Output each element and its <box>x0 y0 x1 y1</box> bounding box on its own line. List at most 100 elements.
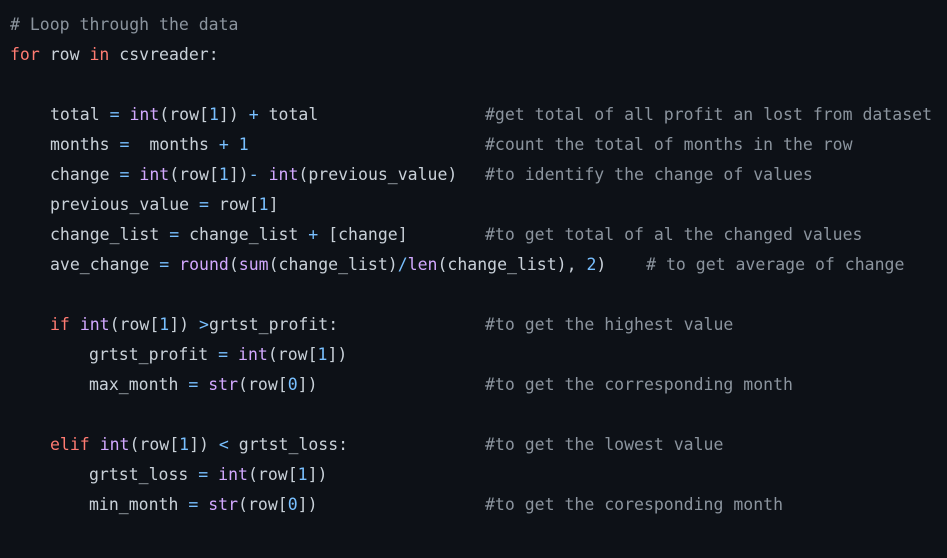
code-token: change_list <box>50 225 170 244</box>
code-token: max_month <box>89 375 189 394</box>
code-token: sum <box>238 255 269 274</box>
code-token: < <box>218 435 229 454</box>
code-line: ave_change = round(sum(change_list)/len(… <box>10 250 947 280</box>
code-token: / <box>397 255 408 274</box>
code-token: 0 <box>287 375 298 394</box>
code-token: (row[ <box>159 105 209 124</box>
code-token: (change_list), <box>437 255 587 274</box>
code-token: = <box>159 255 170 274</box>
code-line: total = int(row[1]) + total #get total of… <box>10 100 947 130</box>
code-comment: #to get the lowest value <box>485 435 724 454</box>
code-token: ] <box>268 195 279 214</box>
code-token: row <box>39 45 90 64</box>
code-token: 1 <box>297 465 308 484</box>
code-line: change = int(row[1])- int(previous_value… <box>10 160 947 190</box>
code-token: + <box>308 225 319 244</box>
code-token: grtst_profit: <box>208 315 339 334</box>
code-line: grtst_profit = int(row[1]) <box>10 340 947 370</box>
code-token: 1 <box>238 135 249 154</box>
code-token: months <box>129 135 219 154</box>
code-token: ) <box>596 255 647 274</box>
code-line: months = months + 1 #count the total of m… <box>10 130 947 160</box>
code-token: elif <box>50 435 90 454</box>
code-token: (row[ <box>169 165 219 184</box>
code-comment: #to get the corresponding month <box>485 375 793 394</box>
code-token: str <box>208 375 239 394</box>
code-token: 2 <box>586 255 597 274</box>
code-comment: #to get the coresponding month <box>485 495 784 514</box>
code-line: # Loop through the data <box>10 10 947 40</box>
code-token: ( <box>228 255 239 274</box>
code-token: row[ <box>208 195 259 214</box>
code-token: = <box>198 465 209 484</box>
code-token: min_month <box>89 495 189 514</box>
code-line: change_list = change_list + [change] #to … <box>10 220 947 250</box>
code-token: ]) <box>228 165 249 184</box>
code-token: grtst_loss: <box>228 435 349 454</box>
code-line: elif int(row[1]) < grtst_loss: #to get th… <box>10 430 947 460</box>
code-editor[interactable]: # Loop through the data for row in csvrea… <box>0 0 947 558</box>
code-token: = <box>218 345 229 364</box>
code-token: int <box>139 165 170 184</box>
code-token: if <box>50 315 70 334</box>
code-token: (previous_value) <box>298 165 458 184</box>
code-token: (row[ <box>247 465 298 484</box>
code-token: len <box>407 255 438 274</box>
code-token: ]) <box>297 375 318 394</box>
code-token: previous_value <box>50 195 200 214</box>
code-token: ]) <box>169 315 200 334</box>
code-token: round <box>179 255 229 274</box>
code-token: int <box>79 315 110 334</box>
code-comment: # to get average of change <box>646 255 905 274</box>
code-token: int <box>268 165 299 184</box>
code-token: 1 <box>179 435 190 454</box>
code-token: = <box>188 375 199 394</box>
code-line: previous_value = row[1] <box>10 190 947 220</box>
code-token: - <box>248 165 259 184</box>
code-token: (change_list) <box>268 255 398 274</box>
code-token: total <box>258 105 319 124</box>
code-token: ave_change <box>50 255 160 274</box>
code-token: 1 <box>159 315 170 334</box>
code-comment: #get total of all profit an lost from da… <box>485 105 933 124</box>
code-token: (row[ <box>238 495 288 514</box>
code-comment: #to get the highest value <box>485 315 734 334</box>
code-token: for <box>10 45 40 64</box>
code-token: = <box>169 225 180 244</box>
code-token: + <box>218 135 229 154</box>
code-token: (row[ <box>109 315 160 334</box>
code-token: (row[ <box>267 345 318 364</box>
code-token: = <box>109 105 120 124</box>
code-token: change <box>50 165 120 184</box>
code-token: = <box>188 495 199 514</box>
code-comment: #count the total of months in the row <box>485 135 853 154</box>
code-token: > <box>199 315 209 334</box>
code-line: max_month = str(row[0]) #to get the corre… <box>10 370 947 400</box>
code-token: grtst_profit <box>89 345 219 364</box>
code-token: int <box>218 465 248 484</box>
code-token: + <box>248 105 259 124</box>
code-token: (row[ <box>129 435 180 454</box>
code-comment: # Loop through the data <box>10 15 239 34</box>
code-token: ]) <box>218 105 249 124</box>
code-comment: #to get total of al the changed values <box>485 225 863 244</box>
code-token: = <box>199 195 209 214</box>
code-token: in <box>89 45 110 64</box>
code-token: int <box>129 105 160 124</box>
code-comment: #to identify the change of values <box>485 165 813 184</box>
code-token: 1 <box>218 165 229 184</box>
code-line: min_month = str(row[0]) #to get the cores… <box>10 490 947 520</box>
code-token: str <box>208 495 239 514</box>
code-token: ]) <box>307 465 328 484</box>
